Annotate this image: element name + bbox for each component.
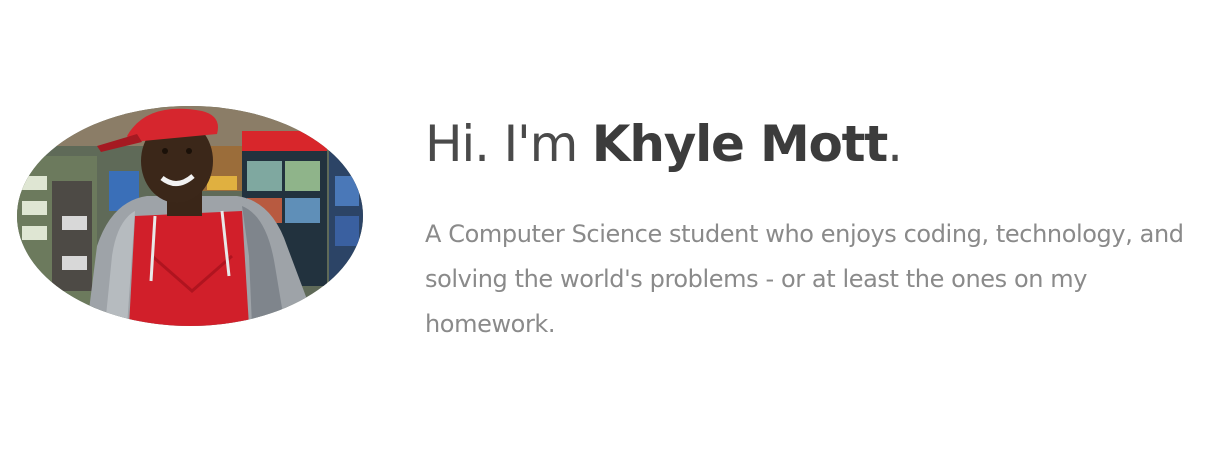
intro-block: Hi. I'm Khyle Mott. A Computer Science s… (425, 108, 1195, 347)
profile-photo (17, 106, 363, 326)
hero-section: Hi. I'm Khyle Mott. A Computer Science s… (0, 0, 1214, 470)
name-text: Khyle Mott (591, 115, 889, 173)
greeting-text: Hi. I'm (425, 115, 592, 173)
headline: Hi. I'm Khyle Mott. (425, 108, 1195, 180)
profile-photo-illustration (17, 106, 363, 326)
tagline: A Computer Science student who enjoys co… (425, 212, 1185, 347)
tagline-line: A Computer Science student who enjoys co… (425, 220, 1184, 248)
tagline-line: solving the world's problems - or at lea… (425, 265, 1088, 293)
tagline-line: homework. (425, 310, 556, 338)
headline-punctuation: . (887, 115, 903, 173)
